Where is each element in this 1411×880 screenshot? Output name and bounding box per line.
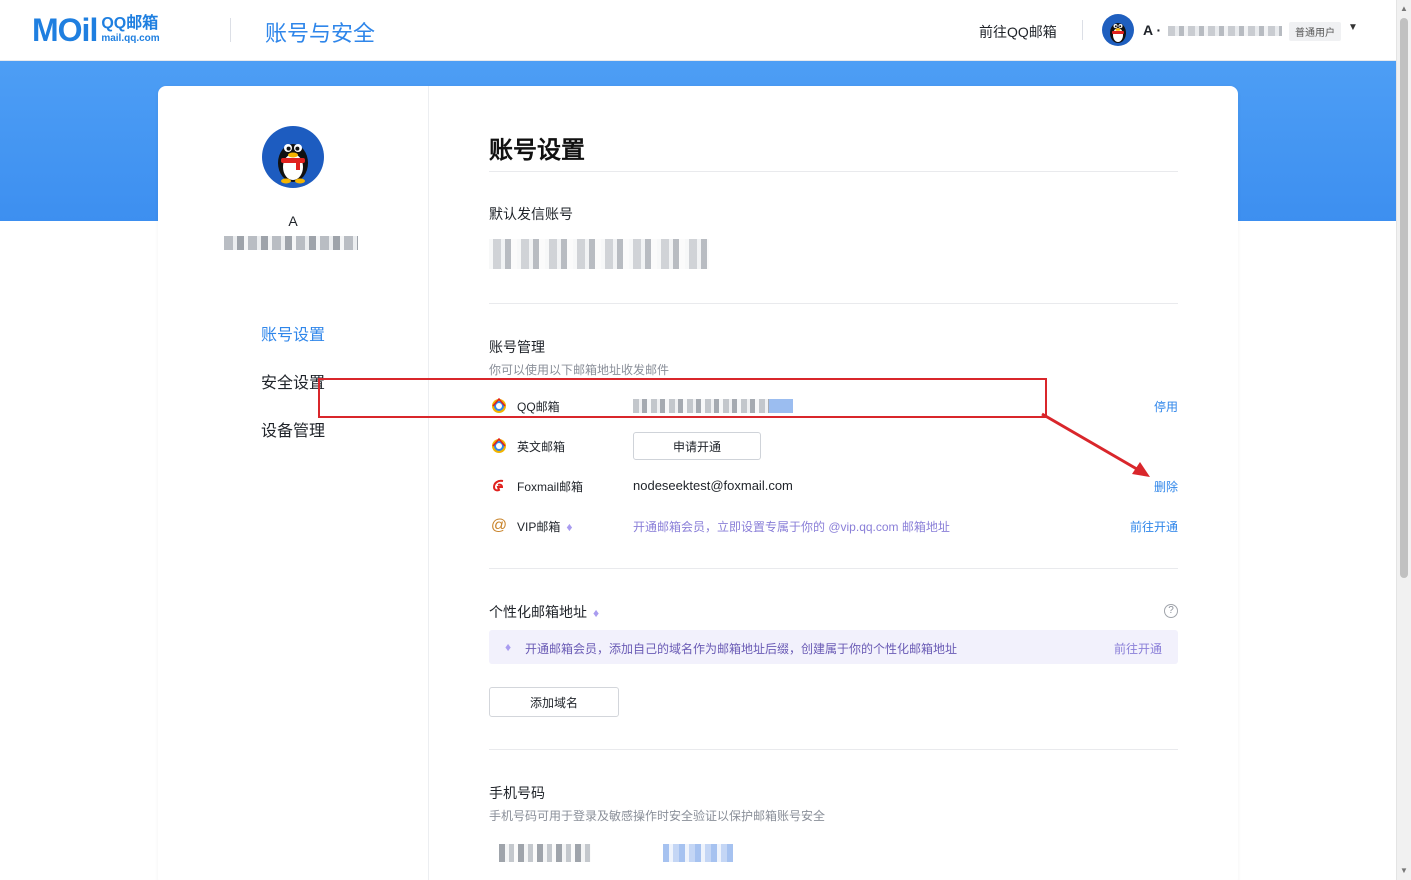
user-email-redacted xyxy=(1168,26,1282,36)
page-heading: 账号与安全 xyxy=(265,22,376,47)
profile-avatar xyxy=(262,126,324,188)
logo-domain: mail.qq.com xyxy=(101,33,160,44)
divider xyxy=(489,568,1178,569)
account-name: VIP邮箱 ♦ xyxy=(517,520,573,534)
help-icon[interactable]: ? xyxy=(1164,604,1178,618)
profile-name-initial: A xyxy=(288,213,298,229)
scroll-up-icon[interactable]: ▲ xyxy=(1400,4,1408,13)
penguin-icon xyxy=(278,144,308,184)
annotation-highlight-box xyxy=(318,378,1047,418)
qq-mail-logo[interactable]: MOil QQ邮箱 mail.qq.com xyxy=(32,13,160,47)
scroll-thumb[interactable] xyxy=(1400,18,1408,578)
account-row-vip: @ VIP邮箱 ♦ 开通邮箱会员，立即设置专属于你的 @vip.qq.com 邮箱… xyxy=(489,512,1178,540)
apply-open-button[interactable]: 申请开通 xyxy=(633,432,761,460)
custom-domain-label: 个性化邮箱地址 ♦ xyxy=(489,604,600,620)
user-tier-badge: 普通用户 xyxy=(1289,22,1341,41)
logo-cn: QQ邮箱 xyxy=(101,15,159,32)
custom-domain-promo: ♦ 开通邮箱会员，添加自己的域名作为邮箱地址后缀，创建属于你的个性化邮箱地址 前… xyxy=(489,630,1178,664)
account-management-label: 账号管理 xyxy=(489,339,545,355)
account-name: Foxmail邮箱 xyxy=(517,480,584,494)
promo-text: 开通邮箱会员，添加自己的域名作为邮箱地址后缀，创建属于你的个性化邮箱地址 xyxy=(525,642,958,656)
top-bar: MOil QQ邮箱 mail.qq.com 账号与安全 前往QQ邮箱 A · 普… xyxy=(0,0,1396,61)
header-divider xyxy=(230,18,231,42)
foxmail-icon xyxy=(490,477,508,495)
chevron-down-icon[interactable]: ▼ xyxy=(1348,22,1358,33)
header-divider-right xyxy=(1082,20,1083,40)
penguin-icon xyxy=(1110,23,1126,43)
vip-diamond-icon: ♦ xyxy=(566,520,573,534)
sidebar-item-device-management[interactable]: 设备管理 xyxy=(158,418,428,466)
phone-label: 手机号码 xyxy=(489,785,545,801)
account-name: 英文邮箱 xyxy=(517,440,566,454)
page-title: 账号设置 xyxy=(489,137,585,164)
logo-word: MOil xyxy=(32,12,98,48)
profile-email-redacted xyxy=(224,236,358,250)
goto-qq-mail-link[interactable]: 前往QQ邮箱 xyxy=(979,22,1057,42)
vip-diamond-icon: ♦ xyxy=(505,640,512,654)
vip-diamond-icon: ♦ xyxy=(593,606,600,620)
settings-card: A 账号设置 安全设置 设备管理 账号设置 默认发信账号 账号管理 你可以使用以… xyxy=(158,86,1238,880)
at-icon: @ xyxy=(490,517,508,534)
vip-open-link[interactable]: 前往开通 xyxy=(1130,518,1178,535)
sidebar-divider xyxy=(428,86,429,880)
english-mail-icon xyxy=(490,437,508,455)
divider xyxy=(489,171,1178,172)
divider xyxy=(489,749,1178,750)
add-domain-button[interactable]: 添加域名 xyxy=(489,687,619,717)
phone-action-redacted[interactable] xyxy=(663,844,733,862)
default-sender-label: 默认发信账号 xyxy=(489,206,573,222)
page-scrollbar[interactable]: ▲ ▼ xyxy=(1396,0,1411,880)
annotation-arrow-icon xyxy=(1041,412,1150,477)
phone-number-redacted xyxy=(499,844,591,862)
sidebar-item-account-settings[interactable]: 账号设置 xyxy=(158,322,428,370)
default-sender-redacted[interactable] xyxy=(489,239,709,269)
user-name[interactable]: A · xyxy=(1143,22,1161,38)
delete-link[interactable]: 删除 xyxy=(1154,478,1178,495)
promo-open-link[interactable]: 前往开通 xyxy=(1114,640,1162,657)
account-management-desc: 你可以使用以下邮箱地址收发邮件 xyxy=(489,363,670,377)
scroll-down-icon[interactable]: ▼ xyxy=(1400,866,1408,875)
divider xyxy=(489,303,1178,304)
foxmail-address: nodeseektest@foxmail.com xyxy=(633,478,793,493)
vip-promo-text: 开通邮箱会员，立即设置专属于你的 @vip.qq.com 邮箱地址 xyxy=(633,520,950,534)
phone-desc: 手机号码可用于登录及敏感操作时安全验证以保护邮箱账号安全 xyxy=(489,809,826,823)
user-avatar[interactable] xyxy=(1102,14,1134,46)
